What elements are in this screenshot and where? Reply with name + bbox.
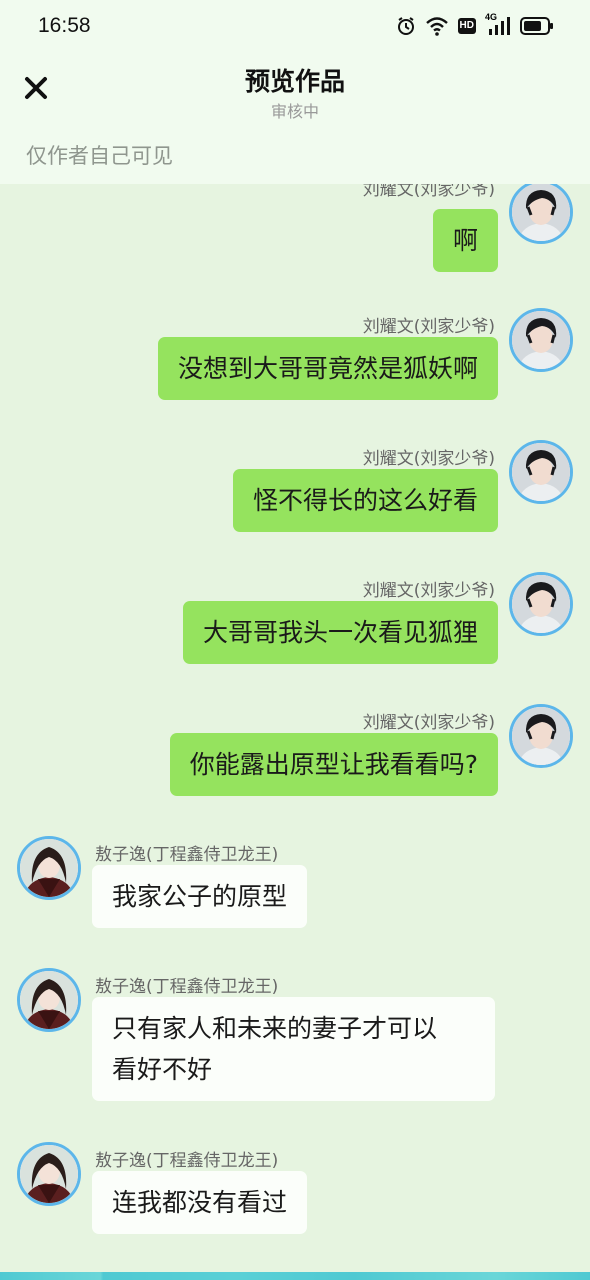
status-time: 16:58 bbox=[38, 14, 91, 37]
message-bubble[interactable]: 怪不得长的这么好看 bbox=[232, 469, 498, 532]
sender-name: 敖子逸(丁程鑫侍卫龙王) bbox=[95, 1151, 279, 1171]
avatar[interactable] bbox=[17, 1142, 81, 1206]
sender-name: 刘耀文(刘家少爷) bbox=[362, 713, 495, 733]
avatar[interactable] bbox=[17, 968, 81, 1032]
message-bubble[interactable]: 大哥哥我头一次看见狐狸 bbox=[182, 601, 498, 664]
message-sent: 刘耀文(刘家少爷) 啊 bbox=[0, 184, 590, 272]
review-status: 审核中 bbox=[270, 102, 319, 121]
message-bubble[interactable]: 我家公子的原型 bbox=[92, 865, 308, 928]
sender-name: 刘耀文(刘家少爷) bbox=[362, 317, 495, 337]
status-bar: 16:58 HD 4G bbox=[0, 0, 590, 54]
battery-icon bbox=[520, 16, 554, 36]
sender-name: 敖子逸(丁程鑫侍卫龙王) bbox=[95, 845, 279, 865]
sender-name: 刘耀文(刘家少爷) bbox=[362, 581, 495, 601]
sender-name: 刘耀文(刘家少爷) bbox=[362, 184, 495, 200]
avatar[interactable] bbox=[509, 184, 573, 244]
sender-name: 刘耀文(刘家少爷) bbox=[362, 449, 495, 469]
chat-area[interactable]: 刘耀文(刘家少爷) 啊 刘耀文(刘家少爷) 没想到大哥哥竟然是狐妖啊 刘耀文(刘… bbox=[0, 184, 590, 1272]
message-line: 只有家人和未来的妻子才可以 bbox=[112, 1014, 438, 1043]
alarm-icon bbox=[396, 16, 416, 36]
page-title: 预览作品 bbox=[244, 67, 345, 96]
wifi-icon bbox=[425, 16, 449, 36]
hd-icon: HD bbox=[457, 18, 476, 34]
header: 预览作品 审核中 bbox=[0, 54, 590, 132]
message-bubble[interactable]: 连我都没有看过 bbox=[92, 1171, 308, 1234]
message-bubble[interactable]: 没想到大哥哥竟然是狐妖啊 bbox=[157, 337, 498, 400]
visibility-note: 仅作者自己可见 bbox=[26, 144, 173, 168]
bottom-strip bbox=[0, 1272, 590, 1280]
avatar[interactable] bbox=[17, 836, 81, 900]
top-area: 16:58 HD 4G 预览作品 审核中 仅作者自己可见 bbox=[0, 0, 590, 184]
status-icons: HD 4G bbox=[396, 12, 554, 38]
avatar[interactable] bbox=[509, 440, 573, 504]
sender-name: 敖子逸(丁程鑫侍卫龙王) bbox=[95, 977, 279, 997]
message-bubble[interactable]: 只有家人和未来的妻子才可以 看好不好 bbox=[92, 997, 495, 1101]
avatar[interactable] bbox=[509, 572, 573, 636]
signal-4g-icon: 4G bbox=[485, 12, 511, 37]
avatar[interactable] bbox=[509, 704, 573, 768]
avatar[interactable] bbox=[509, 308, 573, 372]
message-bubble[interactable]: 你能露出原型让我看看吗? bbox=[169, 733, 498, 796]
message-line: 看好不好 bbox=[112, 1055, 213, 1084]
message-bubble[interactable]: 啊 bbox=[432, 209, 498, 272]
